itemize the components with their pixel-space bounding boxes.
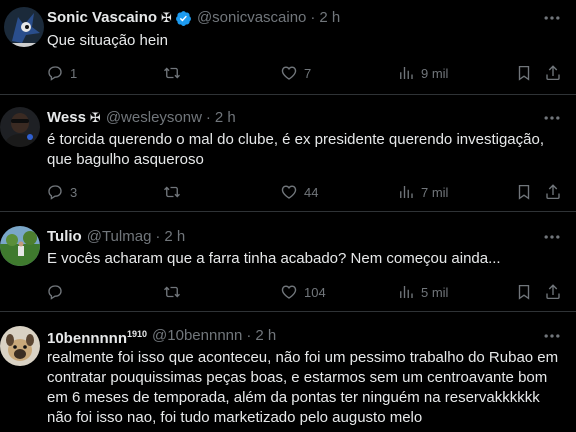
like-count: 7: [304, 65, 312, 81]
repost-button[interactable]: [163, 282, 181, 302]
view-count: 9 mil: [421, 65, 449, 81]
views-icon: [400, 186, 413, 198]
views-button[interactable]: 7 mil: [397, 182, 448, 202]
separator-dot: ·: [246, 327, 252, 344]
tweet-actions: 104 5 mil: [40, 282, 564, 302]
author-name-text: 10bennnnn: [47, 329, 128, 347]
reply-button[interactable]: 3: [46, 182, 77, 202]
more-icon[interactable]: [542, 108, 562, 128]
view-count: 7 mil: [421, 184, 449, 200]
repost-icon: [164, 286, 180, 298]
tweet-text: é torcida querendo o mal do clube, é ex …: [47, 131, 544, 168]
bookmark-icon: [518, 184, 530, 200]
bookmark-button[interactable]: [515, 182, 533, 202]
verified-badge-icon: [176, 10, 191, 26]
views-icon: [400, 286, 413, 298]
cross-flag-icon: ✠: [161, 10, 172, 25]
tweet[interactable]: Wess ✠ @wesleysonw · 2 h é torcida quere…: [0, 95, 576, 212]
like-count: 104: [304, 284, 326, 300]
like-button[interactable]: 104: [280, 282, 326, 302]
bookmark-button[interactable]: [515, 63, 533, 83]
timestamp[interactable]: 2 h: [215, 108, 236, 128]
cross-flag-icon: ✠: [89, 110, 101, 125]
view-count: 5 mil: [421, 284, 449, 300]
separator-dot: ·: [155, 228, 161, 245]
like-icon: [281, 66, 297, 80]
like-icon: [281, 285, 297, 299]
tweet-text: realmente foi isso que aconteceu, não fo…: [47, 349, 559, 426]
author-name[interactable]: Wess: [47, 108, 86, 128]
tweet-actions: 1 7 9 mil: [40, 63, 564, 83]
more-icon[interactable]: [542, 227, 562, 247]
timestamp[interactable]: 2 h: [164, 227, 185, 247]
tweet[interactable]: 10bennnnn1910 @10bennnnn · 2 h realmente…: [0, 312, 576, 432]
avatar[interactable]: [0, 226, 40, 266]
views-button[interactable]: 5 mil: [397, 282, 448, 302]
bookmark-icon: [518, 284, 530, 300]
avatar[interactable]: [0, 326, 40, 366]
separator-dot: ·: [205, 109, 211, 126]
timestamp[interactable]: 2 h: [255, 326, 276, 346]
author-name[interactable]: 10bennnnn1910: [47, 324, 147, 349]
tweet-text: E vocês acharam que a farra tinha acabad…: [47, 250, 501, 267]
share-button[interactable]: [544, 282, 562, 302]
author-name[interactable]: Tulio: [47, 227, 82, 247]
reply-count: 1: [70, 65, 78, 81]
timestamp[interactable]: 2 h: [319, 8, 340, 28]
repost-icon: [164, 186, 180, 198]
like-button[interactable]: 44: [280, 182, 318, 202]
tweet[interactable]: Sonic Vascaino ✠ @sonicvascaino · 2 h Qu…: [0, 0, 576, 95]
like-count: 44: [304, 184, 319, 200]
share-icon: [546, 184, 560, 200]
tweet-header: Tulio @Tulmag · 2 h: [47, 227, 185, 247]
tweet-header: Sonic Vascaino ✠ @sonicvascaino · 2 h: [47, 8, 340, 28]
share-button[interactable]: [544, 63, 562, 83]
bookmark-icon: [518, 65, 530, 81]
author-handle[interactable]: @10bennnnn: [152, 326, 242, 346]
author-handle[interactable]: @Tulmag: [87, 227, 152, 247]
author-name[interactable]: Sonic Vascaino: [47, 8, 157, 28]
like-button[interactable]: 7: [280, 63, 311, 83]
share-button[interactable]: [544, 182, 562, 202]
reply-button[interactable]: 1: [46, 63, 77, 83]
more-icon[interactable]: [542, 8, 562, 28]
reply-button[interactable]: [46, 282, 64, 302]
reply-count: 3: [70, 184, 78, 200]
views-button[interactable]: 9 mil: [397, 63, 448, 83]
more-icon[interactable]: [542, 326, 562, 346]
author-handle[interactable]: @sonicvascaino: [197, 8, 306, 28]
views-icon: [400, 67, 413, 79]
share-icon: [546, 65, 560, 81]
reply-icon: [48, 285, 62, 300]
repost-button[interactable]: [163, 182, 181, 202]
tweet-header: 10bennnnn1910 @10bennnnn · 2 h: [47, 324, 276, 349]
repost-icon: [164, 67, 180, 79]
separator-dot: ·: [310, 9, 316, 26]
tweet-header: Wess ✠ @wesleysonw · 2 h: [47, 108, 236, 128]
like-icon: [281, 185, 297, 199]
avatar[interactable]: [4, 7, 44, 47]
author-name-superscript: 1910: [127, 328, 148, 339]
avatar[interactable]: [0, 107, 40, 147]
tweet-actions: 3 44 7 mil: [40, 182, 564, 202]
author-handle[interactable]: @wesleysonw: [106, 108, 202, 128]
tweet[interactable]: Tulio @Tulmag · 2 h E vocês acharam que …: [0, 212, 576, 312]
repost-button[interactable]: [163, 63, 181, 83]
tweet-text: Que situação hein: [47, 32, 168, 49]
reply-icon: [48, 66, 62, 81]
reply-icon: [48, 185, 62, 200]
bookmark-button[interactable]: [515, 282, 533, 302]
share-icon: [546, 284, 560, 300]
